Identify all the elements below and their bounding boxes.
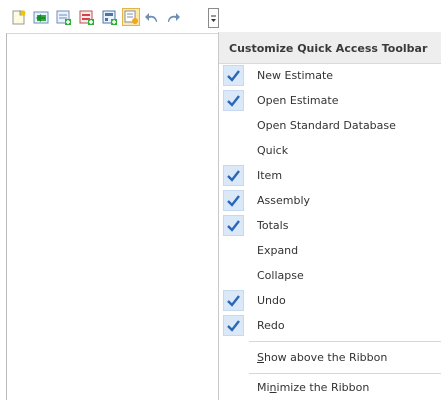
check-icon (223, 65, 244, 86)
open-estimate-icon[interactable] (32, 9, 50, 27)
customize-dropdown-icon[interactable] (208, 8, 219, 28)
menu-item-label: Minimize the Ribbon (257, 381, 370, 394)
redo-icon[interactable] (164, 9, 182, 27)
check-icon (223, 165, 244, 186)
menu-item-open-standard-database[interactable]: Open Standard Database (219, 113, 441, 138)
check-slot (223, 140, 244, 161)
menu-item-label: Quick (257, 144, 289, 157)
menu-separator (249, 341, 441, 342)
document-pane (6, 33, 218, 400)
menu-item-label: Assembly (257, 194, 311, 207)
app-window: Customize Quick Access Toolbar New Estim… (0, 0, 441, 400)
quick-icon[interactable] (122, 8, 140, 26)
menu-title: Customize Quick Access Toolbar (229, 42, 428, 55)
check-icon (223, 290, 244, 311)
quick-access-toolbar (0, 0, 441, 34)
menu-item-label: Redo (257, 319, 285, 332)
menu-item-open-estimate[interactable]: Open Estimate (219, 88, 441, 113)
menu-item-label: Open Estimate (257, 94, 339, 107)
menu-item-new-estimate[interactable]: New Estimate (219, 63, 441, 88)
menu-item-label: Totals (257, 219, 289, 232)
menu-item-redo[interactable]: Redo (219, 313, 441, 338)
check-slot (223, 115, 244, 136)
menu-header: Customize Quick Access Toolbar (219, 32, 441, 64)
check-icon (223, 315, 244, 336)
menu-item-label: Undo (257, 294, 286, 307)
check-slot (223, 265, 244, 286)
check-icon (223, 90, 244, 111)
check-slot (223, 240, 244, 261)
menu-item-item[interactable]: Item (219, 163, 441, 188)
totals-icon[interactable] (101, 9, 119, 27)
check-icon (223, 215, 244, 236)
assembly-icon[interactable] (78, 9, 96, 27)
menu-item-label: Item (257, 169, 283, 182)
menu-item-show-above-ribbon[interactable]: Show above the Ribbon (219, 345, 441, 370)
menu-item-expand[interactable]: Expand (219, 238, 441, 263)
menu-item-collapse[interactable]: Collapse (219, 263, 441, 288)
menu-item-label: Open Standard Database (257, 119, 396, 132)
menu-item-undo[interactable]: Undo (219, 288, 441, 313)
check-icon (223, 190, 244, 211)
menu-item-label: Show above the Ribbon (257, 351, 388, 364)
menu-item-label: Collapse (257, 269, 304, 282)
undo-icon[interactable] (143, 9, 161, 27)
menu-item-label: Expand (257, 244, 299, 257)
new-estimate-icon[interactable] (10, 9, 28, 27)
menu-item-quick[interactable]: Quick (219, 138, 441, 163)
menu-item-label: New Estimate (257, 69, 334, 82)
item-icon[interactable] (55, 9, 73, 27)
customize-qat-menu: Customize Quick Access Toolbar New Estim… (218, 32, 441, 400)
menu-separator (249, 373, 441, 374)
menu-item-minimize-ribbon[interactable]: Minimize the Ribbon (219, 375, 441, 400)
menu-item-totals[interactable]: Totals (219, 213, 441, 238)
menu-item-assembly[interactable]: Assembly (219, 188, 441, 213)
